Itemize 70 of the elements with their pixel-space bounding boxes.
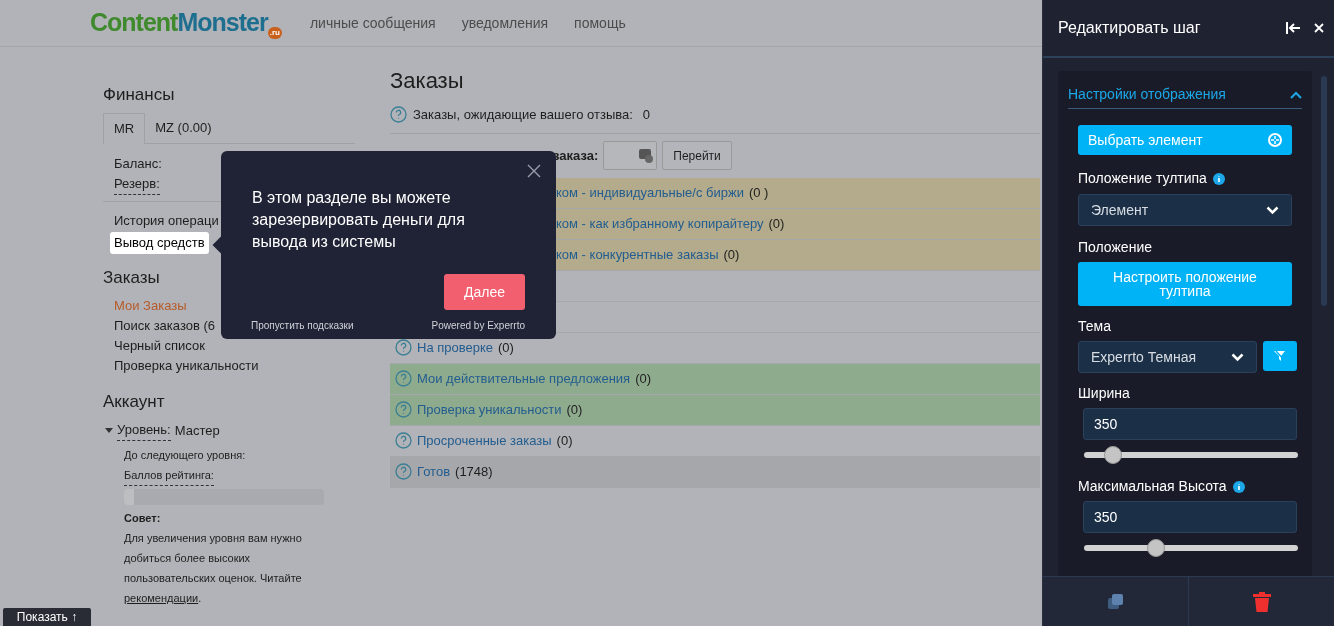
awaiting-count: 0 <box>642 106 651 124</box>
info-icon[interactable] <box>1232 480 1245 493</box>
tab[interactable]: MZ (0.00) <box>145 113 222 143</box>
field-label: Резерв: <box>114 174 160 195</box>
collapse-icon[interactable] <box>1286 22 1300 34</box>
go-button[interactable]: Перейти <box>662 141 732 170</box>
level-value: Мастер <box>174 421 220 440</box>
help-icon <box>390 106 407 124</box>
nav-link[interactable]: личные сообщения <box>309 12 436 34</box>
field-label: Положение <box>1078 238 1153 257</box>
theme-dropdown[interactable]: Experrto Темная <box>1078 341 1257 373</box>
slider[interactable] <box>1084 444 1298 466</box>
order-count: (1748) <box>455 462 493 481</box>
trash-icon <box>1252 591 1271 612</box>
rating-label[interactable]: Баллов рейтинга: <box>124 465 214 486</box>
info-icon[interactable] <box>1212 172 1225 185</box>
nav-link[interactable]: уведомления <box>461 12 549 34</box>
order-count: (0) <box>556 431 573 450</box>
order-count: (0) <box>768 214 785 233</box>
field-label: Ширина <box>1078 384 1131 403</box>
slider-thumb[interactable] <box>1103 446 1122 464</box>
powered-by-text: Powered by Experrto <box>431 320 525 332</box>
copy-icon <box>1107 593 1124 610</box>
order-count: (0) <box>723 245 740 264</box>
filter-clear-icon <box>1273 350 1287 362</box>
panel-title: Редактировать шаг <box>1058 18 1201 38</box>
position-dropdown[interactable]: Элемент <box>1078 194 1292 226</box>
order-count: (0) <box>566 400 583 419</box>
slider-thumb[interactable] <box>1146 539 1165 557</box>
width-input[interactable]: 350 <box>1083 408 1297 440</box>
help-icon <box>395 463 412 480</box>
page-title: Заказы <box>390 67 465 95</box>
order-number-field[interactable] <box>603 141 658 170</box>
chevron-down-icon <box>1231 352 1244 362</box>
order-count: (0 ) <box>748 183 769 202</box>
section-heading: Заказы <box>103 268 161 288</box>
order-count: (0) <box>635 369 652 388</box>
nav-link[interactable]: помощь <box>574 12 626 34</box>
section-heading: Аккаунт <box>103 392 166 412</box>
field-label: Тема <box>1078 317 1112 336</box>
help-icon <box>395 401 412 418</box>
sidebar-link[interactable]: История операци <box>110 210 223 232</box>
level-label[interactable]: Уровень: <box>117 420 171 441</box>
sidebar-link[interactable]: Вывод средств <box>110 232 209 254</box>
section-heading: Финансы <box>103 85 176 105</box>
chevron-icon <box>1290 90 1302 99</box>
section-header[interactable]: Настройки отображения <box>1068 81 1302 109</box>
tooltip-text: В этом разделе вы можете зарезервировать деньги для вывода из системы <box>252 188 466 252</box>
caret-icon[interactable] <box>105 427 113 434</box>
field-label: Положение тултипа <box>1078 169 1207 188</box>
help-icon <box>395 432 412 449</box>
crosshair-icon <box>1268 133 1282 147</box>
sidebar-link[interactable]: Черный список <box>114 336 355 356</box>
tip-title: Совет: <box>124 511 162 526</box>
sidebar-link[interactable]: Проверка уникальности <box>114 356 355 376</box>
skip-hints-link[interactable]: Пропустить подсказки <box>251 320 354 332</box>
order-count: (0) <box>498 338 514 357</box>
awaiting-label: Заказы, ожидающие вашего отзыва: <box>413 106 633 124</box>
help-icon <box>395 339 412 356</box>
tab[interactable]: MR <box>103 113 146 144</box>
help-icon <box>395 370 412 387</box>
slider[interactable] <box>1084 537 1298 559</box>
field-label: Баланс: <box>114 155 162 173</box>
max-height-input[interactable]: 350 <box>1083 501 1297 533</box>
show-button[interactable]: Показать ↑ <box>3 608 91 626</box>
close-icon[interactable] <box>527 164 541 178</box>
field-label: Максимальная Высота <box>1078 477 1227 496</box>
chevron-down-icon <box>1266 205 1279 215</box>
tip-text: Для увеличения уровня вам нужно добиться более высоких пользовательских оценок. Читайте рекомендации. <box>124 531 303 606</box>
next-level-label: До следующего уровня: <box>124 448 247 463</box>
